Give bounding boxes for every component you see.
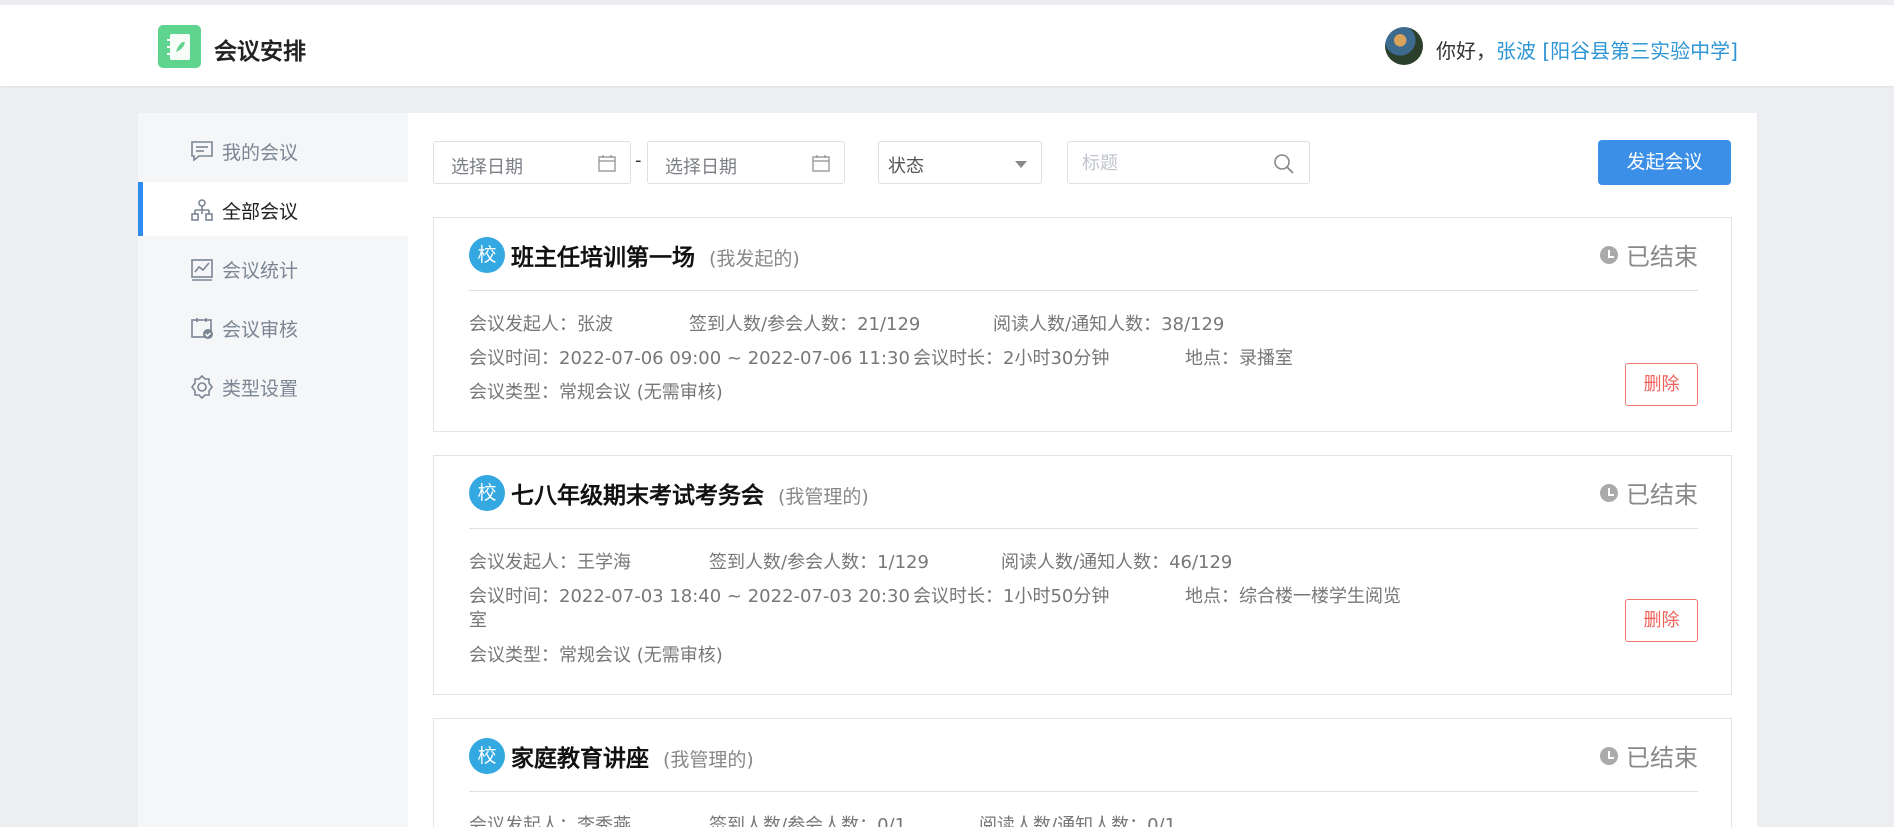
notebook-icon [167,34,190,60]
launch-meeting-button[interactable]: 发起会议 [1598,140,1731,185]
signin-count: 签到人数/参会人数：1/129 [709,552,929,573]
read-count: 阅读人数/通知人数：46/129 [1001,552,1233,573]
meeting-card[interactable]: 校 班主任培训第一场 (我发起的) 已结束 会议发起人：张波 签到人数/参会人数：… [433,217,1732,432]
meeting-location: 地点：录播室 [1185,348,1293,369]
meeting-card[interactable]: 校 家庭教育讲座 (我管理的) 已结束 会议发起人：李秀燕 签到人数/参会人数：0… [433,718,1732,827]
calendar-check-icon [191,318,213,339]
app-title: 会议安排 [214,39,306,65]
avatar[interactable] [1385,27,1423,65]
meeting-time: 会议时间：2022-07-03 18:40 ~ 2022-07-03 20:30 [469,586,910,607]
meeting-time: 会议时间：2022-07-06 09:00 ~ 2022-07-06 11:30 [469,348,910,369]
sidebar: 我的会议 全部会议 会议统计 会议审核 类型设置 [138,113,408,827]
meeting-location: 地点：综合楼一楼学生阅览 [1185,586,1401,607]
sidebar-item-label: 会议审核 [222,319,299,341]
greeting-prefix: 你好， [1436,39,1496,63]
search-icon[interactable] [1273,153,1295,175]
sidebar-item-all-meetings[interactable]: 全部会议 [138,182,408,236]
end-date-placeholder: 选择日期 [665,157,737,178]
user-link[interactable]: 张波 [阳谷县第三实验中学] [1496,39,1738,63]
signin-count: 签到人数/参会人数：21/129 [689,314,921,335]
sidebar-item-label: 全部会议 [222,201,299,223]
hierarchy-icon [191,199,213,221]
main-panel: 选择日期 - 选择日期 状态 发起会议 校 班主任培训第一场(我发起的 [408,113,1757,827]
meeting-type: 会议类型：常规会议 (无需审核) [469,382,723,403]
title-search-input[interactable] [1082,153,1262,174]
read-count: 阅读人数/通知人数：0/1 [979,815,1177,827]
delete-button[interactable]: 删除 [1625,599,1698,642]
start-date-picker[interactable]: 选择日期 [433,141,631,184]
clock-icon [1600,246,1618,264]
status-select[interactable]: 状态 [878,141,1042,184]
clock-icon [1600,484,1618,502]
sidebar-item-type-settings[interactable]: 类型设置 [138,359,408,413]
organizer: 会议发起人：张波 [469,314,613,335]
meeting-title[interactable]: 七八年级期末考试考务会 (我管理的) [511,476,869,510]
meeting-role: (我管理的) [663,749,754,771]
meeting-title[interactable]: 家庭教育讲座 (我管理的) [511,739,754,773]
status-placeholder: 状态 [888,156,924,177]
date-separator: - [635,150,642,171]
meeting-duration: 会议时长：1小时50分钟 [913,586,1110,607]
calendar-icon [598,155,616,172]
status-text: 已结束 [1626,744,1698,772]
app-header: 会议安排 你好，张波 [阳谷县第三实验中学] [0,5,1894,86]
school-badge: 校 [469,237,505,273]
meeting-duration: 会议时长：2小时30分钟 [913,348,1110,369]
read-count: 阅读人数/通知人数：38/129 [993,314,1225,335]
user-greeting: 你好，张波 [阳谷县第三实验中学] [1436,35,1738,64]
meeting-title-text: 班主任培训第一场 [511,245,695,271]
organizer: 会议发起人：李秀燕 [469,815,631,827]
sidebar-item-my-meetings[interactable]: 我的会议 [138,123,408,177]
status-badge: 已结束 [1600,237,1698,272]
sidebar-item-label: 我的会议 [222,142,299,164]
organizer: 会议发起人：王学海 [469,552,631,573]
chat-icon [191,141,213,162]
meeting-card[interactable]: 校 七八年级期末考试考务会 (我管理的) 已结束 会议发起人：王学海 签到人数/参… [433,455,1732,695]
delete-button[interactable]: 删除 [1625,363,1698,406]
gear-icon [191,375,213,399]
calendar-icon [812,155,830,172]
sidebar-item-label: 类型设置 [222,378,299,400]
clock-icon [1600,747,1618,765]
school-badge: 校 [469,475,505,511]
divider [469,290,1698,291]
meeting-location-wrap: 室 [469,610,487,631]
meeting-title-text: 七八年级期末考试考务会 [511,483,764,509]
status-text: 已结束 [1626,481,1698,509]
sidebar-item-statistics[interactable]: 会议统计 [138,241,408,295]
school-badge: 校 [469,738,505,774]
divider [469,791,1698,792]
chart-icon [191,259,213,281]
meeting-title-text: 家庭教育讲座 [511,746,649,772]
end-date-picker[interactable]: 选择日期 [647,141,845,184]
meeting-title[interactable]: 班主任培训第一场 (我发起的) [511,238,800,272]
chevron-down-icon [1015,161,1027,168]
app-logo [158,25,201,68]
title-search-field[interactable] [1067,141,1310,184]
sidebar-item-review[interactable]: 会议审核 [138,300,408,354]
start-date-placeholder: 选择日期 [451,157,523,178]
signin-count: 签到人数/参会人数：0/1 [709,815,907,827]
status-badge: 已结束 [1600,738,1698,773]
meeting-type: 会议类型：常规会议 (无需审核) [469,645,723,666]
status-text: 已结束 [1626,243,1698,271]
meeting-role: (我管理的) [778,486,869,508]
sidebar-item-label: 会议统计 [222,260,299,282]
divider [469,528,1698,529]
meeting-role: (我发起的) [709,248,800,270]
status-badge: 已结束 [1600,475,1698,510]
